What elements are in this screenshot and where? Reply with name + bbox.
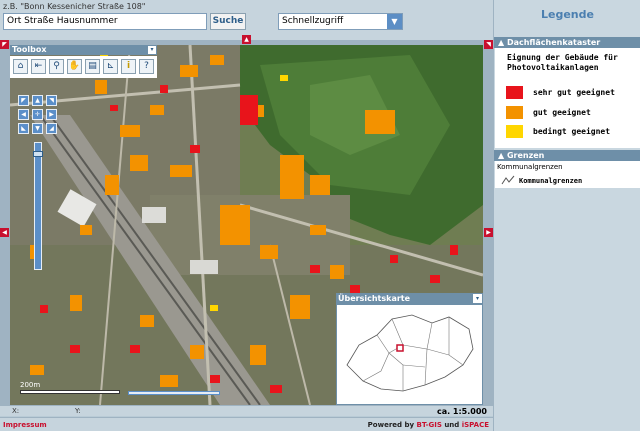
top-bar: z.B. "Bonn Kessenicher Straße 108" Ort S… [0, 0, 493, 40]
legend-item-label: bedingt geeignet [533, 127, 611, 136]
legend-section-grenzen[interactable]: ▲ Grenzen [494, 150, 640, 161]
search-input[interactable]: Ort Straße Hausnummer [3, 13, 207, 30]
powered-prefix: Powered by [367, 421, 415, 429]
map-slider[interactable] [128, 391, 220, 395]
nav-upleft-icon[interactable]: ◤ [18, 95, 29, 106]
footer: Impressum Powered by BT-GIS und iSPACE [0, 417, 493, 431]
legend-item-label: sehr gut geeignet [533, 88, 615, 97]
measure-icon[interactable]: ⊾ [103, 59, 118, 74]
boundary-line-icon [501, 175, 515, 187]
legend-title: Legende [541, 8, 594, 21]
legend-item: sehr gut geeignet [506, 86, 615, 99]
home-icon[interactable]: ⌂ [13, 59, 28, 74]
pan-east-icon[interactable]: ▶ [484, 228, 493, 237]
scale-bar-label: 200m [20, 381, 41, 389]
overview-header[interactable]: Übersichtskarte ▾ [336, 293, 483, 304]
nav-left-icon[interactable]: ◀ [18, 109, 29, 120]
legend-panel: Legende ▲ Dachflächenkataster Eignung de… [493, 0, 640, 431]
pan-northeast-icon[interactable]: ◥ [484, 40, 493, 49]
status-bar: X: Y: ca. 1:5.000 [0, 406, 493, 416]
minimize-icon[interactable]: ▾ [473, 294, 482, 303]
pan-west-icon[interactable]: ◀ [0, 228, 9, 237]
chevron-down-icon[interactable]: ▼ [387, 14, 402, 29]
nav-up-icon[interactable]: ▲ [32, 95, 43, 106]
back-icon[interactable]: ⇤ [31, 59, 46, 74]
legend-item: gut geeignet [506, 106, 591, 119]
nav-center-icon[interactable]: ✛ [32, 109, 43, 120]
nav-upright-icon[interactable]: ◥ [46, 95, 57, 106]
y-coordinate-label: Y: [75, 407, 81, 415]
zoom-slider-knob[interactable] [33, 151, 43, 157]
nav-downleft-icon[interactable]: ◣ [18, 123, 29, 134]
map-scale: ca. 1:5.000 [436, 407, 487, 416]
info-icon[interactable]: i [121, 59, 136, 74]
navigation-control: ▲ ◀ ✛ ▶ ▼ ◤ ◥ ◣ ◢ [18, 95, 58, 135]
overview-extent-marker [396, 344, 404, 352]
overview-title: Übersichtskarte [338, 294, 411, 303]
toolbox-title: Toolbox [12, 45, 47, 54]
pan-northwest-icon[interactable]: ◤ [0, 40, 9, 49]
x-coordinate-label: X: [12, 407, 20, 415]
legend-item: bedingt geeignet [506, 125, 610, 138]
legend-section-dachflaechen[interactable]: ▲ Dachflächenkataster [494, 37, 640, 48]
legend-section-title: Grenzen [506, 151, 545, 160]
powered-by: Powered by BT-GIS und iSPACE [368, 421, 489, 429]
quick-access-select[interactable]: Schnellzugriff ▼ [278, 13, 403, 30]
help-icon[interactable]: ? [139, 59, 154, 74]
quick-access-label: Schnellzugriff [282, 16, 344, 26]
nav-right-icon[interactable]: ▶ [46, 109, 57, 120]
swatch-yellow [506, 125, 523, 138]
pan-north-icon[interactable]: ▲ [242, 35, 251, 44]
overview-map[interactable] [336, 304, 483, 405]
legend-section-title: Dachflächenkataster [506, 38, 601, 47]
search-hint: z.B. "Bonn Kessenicher Straße 108" [3, 2, 146, 11]
minimize-icon[interactable]: ▾ [148, 46, 156, 54]
toolbox-toolbar: ⌂ ⇤ ⚲ ✋ ▤ ⊾ i ? [10, 56, 157, 78]
pan-icon[interactable]: ✋ [67, 59, 82, 74]
ispace-link[interactable]: iSPACE [462, 421, 489, 429]
collapse-icon[interactable]: ▲ [498, 38, 504, 47]
nav-down-icon[interactable]: ▼ [32, 123, 43, 134]
legend-item-label: gut geeignet [533, 108, 591, 117]
impressum-link[interactable]: Impressum [3, 421, 47, 429]
zoom-slider[interactable] [33, 142, 43, 270]
powered-and: und [444, 421, 460, 429]
zoom-icon[interactable]: ⚲ [49, 59, 64, 74]
legend-item: Kommunalgrenzen [495, 174, 640, 188]
nav-downright-icon[interactable]: ◢ [46, 123, 57, 134]
legend-item-label: Kommunalgrenzen [519, 177, 583, 185]
collapse-icon[interactable]: ▲ [498, 151, 504, 160]
swatch-red [506, 86, 523, 99]
bt-gis-link[interactable]: BT-GIS [416, 421, 441, 429]
legend-heading: Eignung der Gebäude für Photovoltaikanla… [507, 53, 618, 72]
print-icon[interactable]: ▤ [85, 59, 100, 74]
scale-bar [20, 390, 120, 394]
legend-group-label: Kommunalgrenzen [495, 161, 640, 175]
toolbox-header[interactable]: Toolbox ▾ [10, 45, 157, 55]
search-button[interactable]: Suche [210, 13, 246, 30]
swatch-orange [506, 106, 523, 119]
overview-map-image [346, 314, 474, 392]
